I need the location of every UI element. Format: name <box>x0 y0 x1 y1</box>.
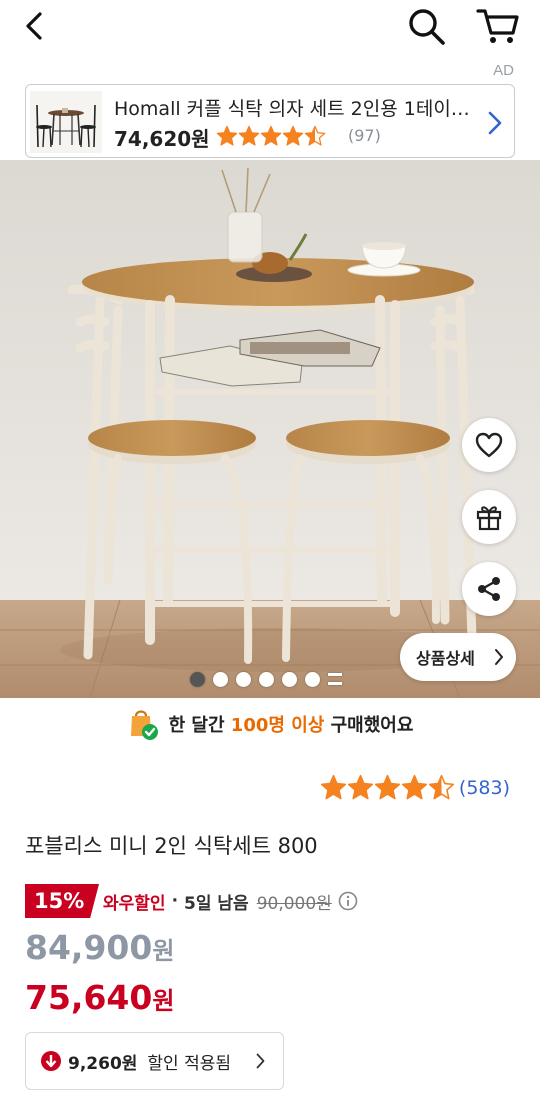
star-icon <box>216 125 238 146</box>
chevron-right-icon <box>488 111 502 135</box>
top-bar <box>0 0 540 56</box>
ad-price: 74,620원 <box>114 127 210 151</box>
search-icon[interactable] <box>404 4 448 48</box>
chevron-right-icon <box>495 649 503 665</box>
product-title: 포블리스 미니 2인 식탁세트 800 <box>25 834 318 858</box>
ad-label: AD <box>493 62 514 79</box>
info-icon[interactable] <box>338 891 358 911</box>
wishlist-button[interactable] <box>462 418 516 472</box>
days-left: 5일 남음 <box>184 893 249 914</box>
arrow-down-circle-icon <box>41 1051 61 1071</box>
product-detail-button[interactable]: 상품상세 <box>400 633 516 681</box>
saved-label: 할인 적용됨 <box>147 1053 232 1074</box>
star-icon <box>428 774 455 800</box>
star-icon <box>282 125 304 146</box>
discount-row: 15% 와우할인 · 5일 남음 90,000원 <box>25 884 358 918</box>
product-photo <box>0 160 540 698</box>
share-icon <box>478 577 500 601</box>
chevron-right-icon <box>256 1053 265 1069</box>
star-icon <box>374 774 401 800</box>
pagination-dot[interactable] <box>236 671 251 687</box>
currency-unit: 원 <box>152 937 175 965</box>
ad-review-count: (97) <box>348 126 381 145</box>
star-icon <box>320 774 347 800</box>
discount-applied-button[interactable]: 9,260원 할인 적용됨 <box>25 1032 284 1090</box>
purchase-prefix: 한 달간 <box>168 715 231 736</box>
product-rating[interactable]: (583) <box>320 774 510 801</box>
ad-thumbnail <box>30 91 102 153</box>
star-icon <box>238 125 260 146</box>
product-image[interactable] <box>0 160 540 698</box>
gift-icon <box>476 506 502 531</box>
purchase-highlight: 100명 이상 <box>230 715 325 736</box>
cart-icon[interactable] <box>474 2 522 50</box>
ad-star-rating <box>216 125 326 147</box>
image-pagination[interactable] <box>190 671 342 687</box>
saved-amount: 9,260원 <box>68 1053 138 1074</box>
chevron-left-icon[interactable] <box>20 8 52 44</box>
pagination-dot[interactable] <box>259 671 274 687</box>
final-price: 75,640원 <box>25 978 174 1017</box>
ad-title: Homall 커플 식탁 의자 세트 2인용 1테이블 2의자 <box>114 98 484 120</box>
currency-unit: 원 <box>152 987 175 1015</box>
pagination-more-icon[interactable] <box>328 673 342 685</box>
gift-button[interactable] <box>462 490 516 544</box>
pagination-dot[interactable] <box>190 671 205 687</box>
review-count[interactable]: (583) <box>459 777 510 799</box>
shopping-bag-icon <box>130 710 158 740</box>
price-before-discount: 84,900원 <box>25 928 174 967</box>
star-icon <box>401 774 428 800</box>
pagination-dot[interactable] <box>282 671 297 687</box>
star-icon <box>260 125 282 146</box>
star-rating <box>320 774 455 801</box>
separator-dot: · <box>171 891 179 911</box>
product-detail-label: 상품상세 <box>416 649 475 668</box>
star-icon <box>304 125 326 146</box>
pagination-dot[interactable] <box>213 671 228 687</box>
original-price: 90,000원 <box>256 893 332 914</box>
sponsored-product-card[interactable]: Homall 커플 식탁 의자 세트 2인용 1테이블 2의자 74,620원 … <box>25 84 515 158</box>
purchase-suffix: 구매했어요 <box>324 715 414 736</box>
purchase-count-banner: 한 달간 100명 이상 구매했어요 <box>0 706 540 742</box>
final-price-value: 75,640 <box>25 978 153 1017</box>
heart-icon <box>475 432 503 458</box>
price-before-value: 84,900 <box>25 928 153 967</box>
star-icon <box>347 774 374 800</box>
discount-badge: 15% <box>25 884 99 918</box>
pagination-dot[interactable] <box>305 671 320 687</box>
share-button[interactable] <box>462 562 516 616</box>
wow-discount-label: 와우할인 <box>103 893 166 914</box>
